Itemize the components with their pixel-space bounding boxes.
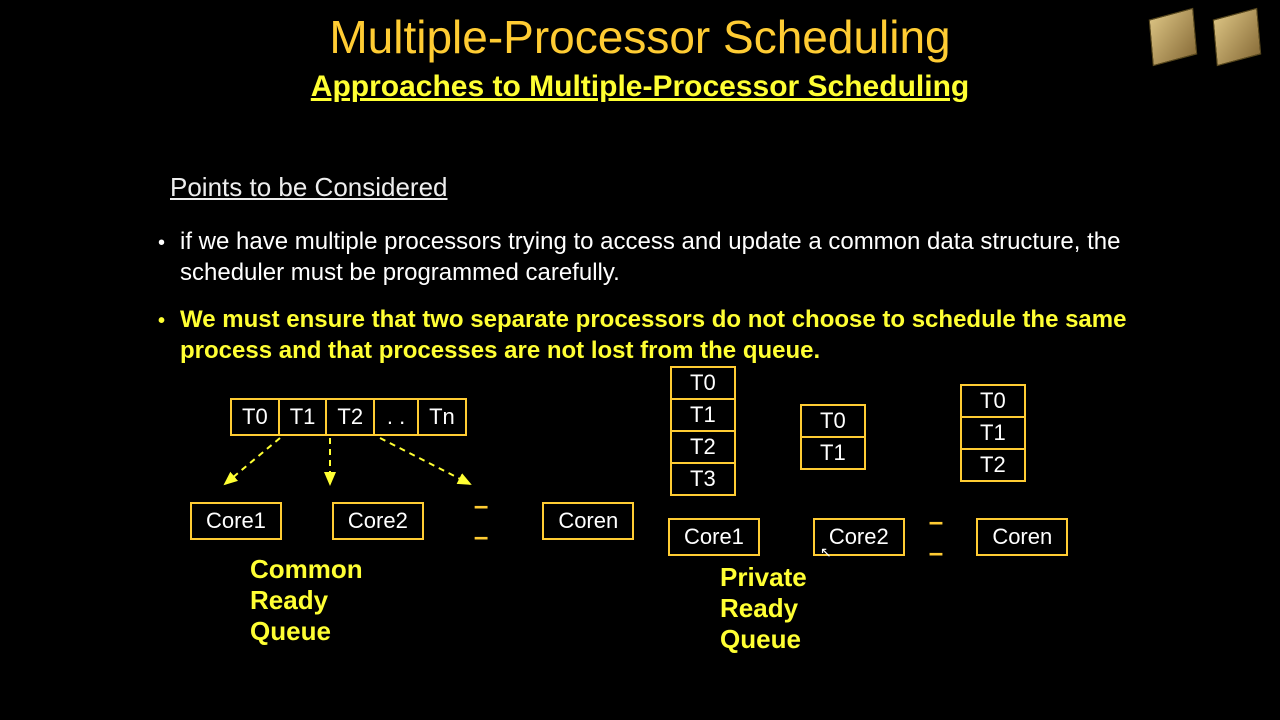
private-stack-3: T0 T1 T2 [960,384,1026,482]
bullet-point-1: • if we have multiple processors trying … [180,226,1140,288]
common-queue-label: Common Ready Queue [250,554,363,647]
private-queue-label: Private Ready Queue [720,562,807,655]
bullet-dot-icon: • [158,230,165,256]
ellipsis-dash: – – [474,490,492,552]
cpu-chip-icon [1149,8,1198,66]
slide-title: Multiple-Processor Scheduling [0,0,1280,64]
cpu-chip-icon [1213,8,1262,66]
queue-cell: T0 [802,406,864,438]
bullet-text: if we have multiple processors trying to… [180,228,1120,286]
queue-cell: T3 [672,464,734,494]
bullet-point-2: • We must ensure that two separate proce… [180,304,1140,366]
bullet-text: We must ensure that two separate process… [180,306,1126,364]
core-box: Coren [542,502,634,540]
queue-cell: T1 [962,418,1024,450]
ellipsis-dash: – – [929,506,953,568]
queue-cell: T1 [802,438,864,468]
private-stack-1: T0 T1 T2 T3 [670,366,736,496]
core-box: Core1 [668,518,760,556]
core-box: Core2 [332,502,424,540]
slide-subtitle: Approaches to Multiple-Processor Schedul… [0,70,1280,104]
mouse-cursor-icon: ↖ [820,544,832,561]
cpu-chip-icons [1150,14,1260,60]
common-cores-row: Core1 Core2 – – Coren [190,490,634,552]
core-box: Coren [976,518,1068,556]
queue-cell: T2 [962,450,1024,480]
section-heading: Points to be Considered [170,172,448,203]
bullet-dot-icon: • [158,308,165,334]
queue-cell: T0 [962,386,1024,418]
queue-cell: T1 [672,400,734,432]
queue-cell: T0 [672,368,734,400]
core-box: Core1 [190,502,282,540]
private-stack-2: T0 T1 [800,404,866,470]
queue-cell: T2 [672,432,734,464]
private-cores-row: Core1 Core2 – – Coren [668,506,1068,568]
